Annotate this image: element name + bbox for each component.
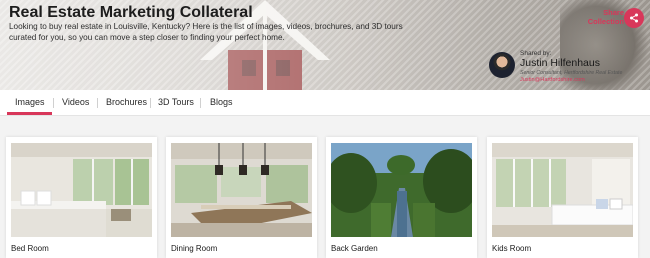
tab-divider — [150, 98, 151, 108]
gallery-card-back-garden[interactable]: Back Garden — [326, 137, 477, 258]
share-collection-button[interactable] — [624, 8, 644, 28]
share-label-line1[interactable]: Share — [580, 8, 624, 17]
kids-room-image — [492, 143, 633, 237]
bed-room-photo[interactable] — [11, 143, 152, 237]
dining-room-photo[interactable] — [171, 143, 312, 237]
gallery-caption: Dining Room — [171, 244, 218, 253]
gallery-caption: Back Garden — [331, 244, 378, 253]
active-tab-indicator — [7, 112, 52, 115]
back-garden-image — [331, 143, 472, 237]
tab-videos[interactable]: Videos — [62, 97, 89, 107]
tab-divider — [200, 98, 201, 108]
gallery-card-bed-room[interactable]: Bed Room — [6, 137, 157, 258]
gallery-card-kids-room[interactable]: Kids Room — [487, 137, 638, 258]
avatar — [489, 52, 515, 78]
tab-divider — [53, 98, 54, 108]
tab-images[interactable]: Images — [15, 97, 45, 107]
gallery-caption: Bed Room — [11, 244, 49, 253]
back-garden-photo[interactable] — [331, 143, 472, 237]
page-description: Looking to buy real estate in Louisville… — [9, 22, 403, 42]
tab-blogs[interactable]: Blogs — [210, 97, 233, 107]
share-collection-link[interactable]: Share Collection — [580, 8, 624, 26]
page-title: Real Estate Marketing Collateral — [9, 4, 253, 21]
kids-room-photo[interactable] — [492, 143, 633, 237]
gallery-card-dining-room[interactable]: Dining Room — [166, 137, 317, 258]
bed-room-image — [11, 143, 152, 237]
agent-email-link[interactable]: Justin@Hartfordshire.com — [520, 77, 585, 83]
gallery-caption: Kids Room — [492, 244, 532, 253]
agent-role: Senior Consultant, Hertfordshire Real Es… — [520, 70, 623, 76]
tab-bar: Images Videos Brochures 3D Tours Blogs — [0, 90, 650, 116]
tab-divider — [97, 98, 98, 108]
agent-name: Justin Hilfenhaus — [520, 57, 600, 69]
shared-by-card: Shared by: Justin Hilfenhaus Senior Cons… — [489, 50, 644, 84]
shared-by-label: Shared by: — [520, 50, 552, 57]
dining-room-image — [171, 143, 312, 237]
tab-3d-tours[interactable]: 3D Tours — [158, 97, 194, 107]
share-icon — [630, 13, 638, 23]
tab-brochures[interactable]: Brochures — [106, 97, 147, 107]
share-label-line2[interactable]: Collection — [580, 17, 624, 26]
